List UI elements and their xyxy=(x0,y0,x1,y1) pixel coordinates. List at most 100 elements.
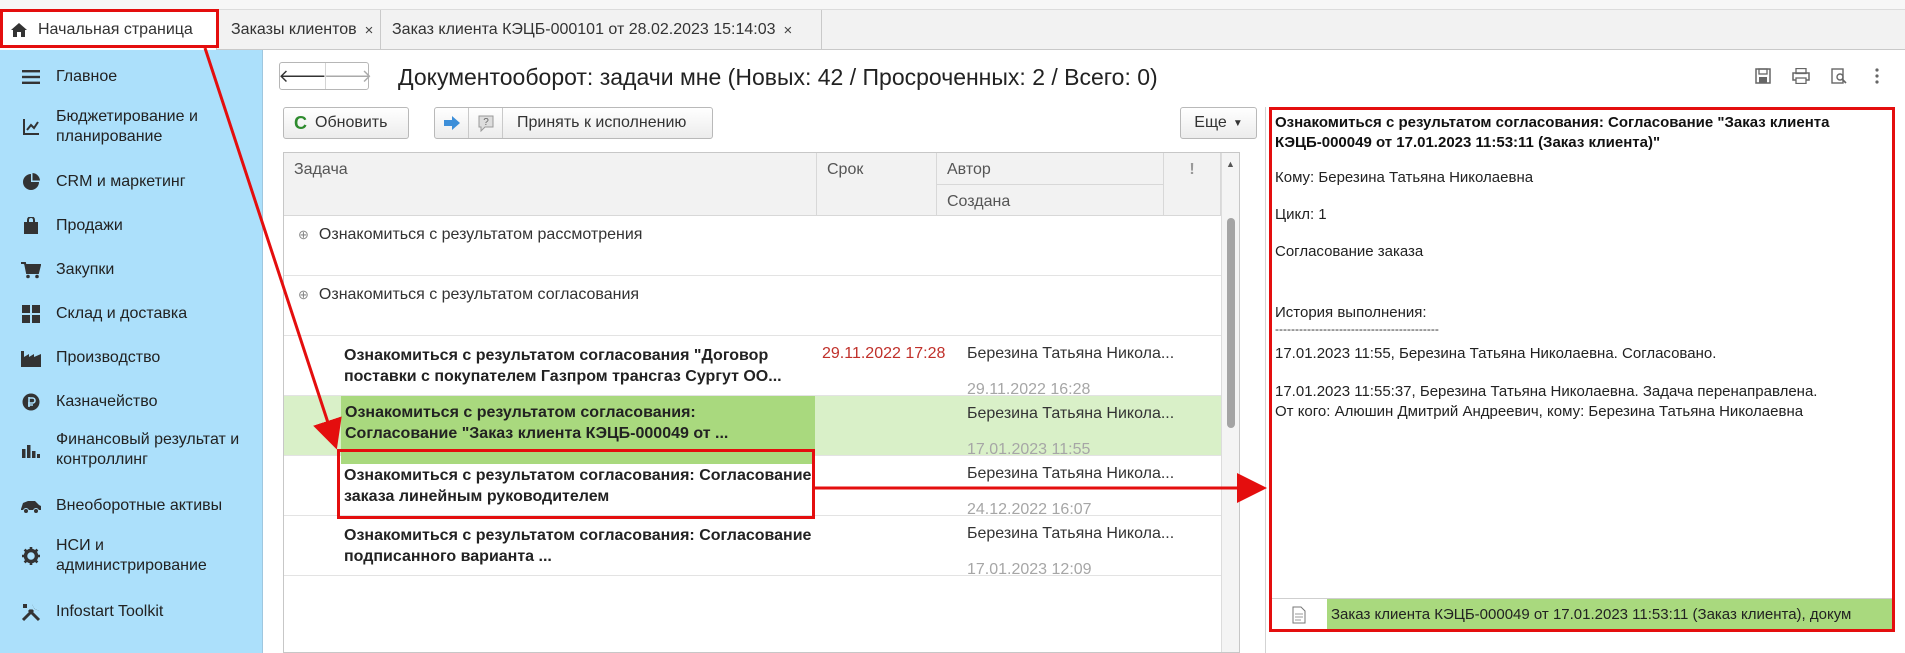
menu-icon xyxy=(20,66,42,88)
exclamation-icon: ! xyxy=(1189,161,1195,178)
column-header-flag[interactable]: ! xyxy=(1164,153,1221,216)
task-cell: Ознакомиться с результатом согласования:… xyxy=(344,467,812,505)
table-row-selected[interactable]: Ознакомиться с результатом согласования:… xyxy=(284,396,1239,464)
header-actions xyxy=(1753,66,1887,86)
sidebar-item-label: Производство xyxy=(56,349,161,366)
question-icon: ? xyxy=(478,115,493,132)
arrow-right-icon: 🡒 xyxy=(323,65,373,86)
more-vertical-icon[interactable] xyxy=(1867,66,1887,86)
attachment-row[interactable]: Заказ клиента КЭЦБ-000049 от 17.01.2023 … xyxy=(1271,598,1893,631)
more-label: Еще xyxy=(1194,114,1227,131)
column-header-label: Задача xyxy=(294,161,348,178)
preview-title: Ознакомиться с результатом согласования:… xyxy=(1275,114,1830,151)
sidebar-item-production[interactable]: Производство xyxy=(0,342,263,374)
sidebar-item-sales[interactable]: Продажи xyxy=(0,210,263,242)
arrow-forward-icon xyxy=(443,116,460,130)
gear-icon xyxy=(20,545,42,567)
sidebar: Главное Бюджетирование и планирование CR… xyxy=(0,50,263,653)
sidebar-item-infostart[interactable]: Infostart Toolkit xyxy=(0,596,263,628)
sidebar-item-warehouse[interactable]: Склад и доставка xyxy=(0,298,263,330)
tab-bar: Начальная страница Заказы клиентов × Зак… xyxy=(0,10,1905,50)
sidebar-item-budgeting[interactable]: Бюджетирование и планирование xyxy=(0,105,263,149)
top-strip xyxy=(0,0,1905,10)
chevron-down-icon: ▼ xyxy=(1232,117,1243,129)
history-nav: 🡐 🡒 xyxy=(278,62,373,90)
task-actions-group: ? Принять к исполнению xyxy=(434,107,713,139)
expand-icon[interactable]: ⊕ xyxy=(298,287,309,303)
page-title: Документооборот: задачи мне (Новых: 42 /… xyxy=(398,64,1158,90)
accept-label: Принять к исполнению xyxy=(517,114,687,131)
close-icon[interactable]: × xyxy=(365,22,374,39)
expand-icon[interactable]: ⊕ xyxy=(298,227,309,243)
preview-icon[interactable] xyxy=(1829,66,1849,86)
task-preview: Ознакомиться с результатом согласования:… xyxy=(1265,107,1897,653)
group-row[interactable]: ⊕ Ознакомиться с результатом рассмотрения xyxy=(284,216,1239,276)
save-icon[interactable] xyxy=(1753,66,1773,86)
sidebar-item-treasury[interactable]: Казначейство xyxy=(0,386,263,418)
column-header-created[interactable]: Создана xyxy=(937,185,1164,216)
sidebar-item-label: CRM и маркетинг xyxy=(56,173,186,190)
task-cell: Ознакомиться с результатом согласования:… xyxy=(344,527,812,565)
accept-button[interactable]: Принять к исполнению xyxy=(503,108,712,138)
table-row[interactable]: Ознакомиться с результатом согласования … xyxy=(284,336,1239,398)
table-row[interactable]: Ознакомиться с результатом согласования:… xyxy=(284,456,1239,518)
author-cell: Березина Татьяна Никола... xyxy=(967,405,1175,422)
scroll-thumb[interactable] xyxy=(1227,218,1235,428)
sidebar-item-purchases[interactable]: Закупки xyxy=(0,254,263,286)
refresh-label: Обновить xyxy=(315,114,388,131)
tab-home[interactable]: Начальная страница xyxy=(0,10,217,50)
preview-history-line: 17.01.2023 11:55:37, Березина Татьяна Ни… xyxy=(1275,383,1818,400)
chart-icon xyxy=(20,439,42,461)
warehouse-icon xyxy=(20,303,42,325)
sidebar-item-fixed-assets[interactable]: Внеоборотные активы xyxy=(0,490,263,522)
scroll-up-icon[interactable]: ▲ xyxy=(1226,159,1235,169)
created-cell: 17.01.2023 12:09 xyxy=(967,561,1092,578)
tab-label: Заказ клиента КЭЦБ-000101 от 28.02.2023 … xyxy=(392,21,776,38)
column-header-task[interactable]: Задача xyxy=(284,153,817,216)
preview-history-line: От кого: Алюшин Дмитрий Андреевич, кому:… xyxy=(1275,403,1804,420)
document-icon xyxy=(1271,599,1327,631)
preview-to: Кому: Березина Татьяна Николаевна xyxy=(1275,169,1534,186)
task-cell: Ознакомиться с результатом согласования:… xyxy=(341,396,815,464)
question-button[interactable]: ? xyxy=(469,108,503,138)
print-icon[interactable] xyxy=(1791,66,1811,86)
preview-subject: Согласование заказа xyxy=(1275,243,1424,260)
bag-icon xyxy=(20,215,42,237)
svg-text:?: ? xyxy=(483,117,489,128)
attachment-link: Заказ клиента КЭЦБ-000049 от 17.01.2023 … xyxy=(1327,598,1893,631)
factory-icon xyxy=(20,347,42,369)
sidebar-item-admin[interactable]: НСИ и администрирование xyxy=(0,534,263,578)
column-header-author[interactable]: Автор xyxy=(937,153,1164,185)
table-row[interactable]: Ознакомиться с результатом согласования:… xyxy=(284,516,1239,578)
tab-customer-order[interactable]: Заказ клиента КЭЦБ-000101 от 28.02.2023 … xyxy=(382,10,822,50)
deadline-cell: 29.11.2022 17:28 xyxy=(822,345,946,362)
sidebar-item-label: Продажи xyxy=(56,217,123,234)
vertical-scrollbar[interactable]: ▲ xyxy=(1221,153,1239,652)
arrow-left-icon: 🡐 xyxy=(278,65,327,86)
back-button[interactable]: 🡐 xyxy=(278,63,327,89)
sidebar-item-label: Infostart Toolkit xyxy=(56,603,164,620)
column-header-deadline[interactable]: Срок xyxy=(817,153,937,216)
more-button[interactable]: Еще ▼ xyxy=(1180,107,1257,139)
coin-icon xyxy=(20,391,42,413)
author-cell: Березина Татьяна Никола... xyxy=(967,525,1175,542)
cart-icon xyxy=(20,259,42,281)
car-icon xyxy=(20,495,42,517)
refresh-icon: C xyxy=(294,112,307,133)
preview-history-line: 17.01.2023 11:55, Березина Татьяна Никол… xyxy=(1275,345,1717,362)
preview-cycle: Цикл: 1 xyxy=(1275,206,1327,223)
sidebar-item-label: Бюджетирование и планирование xyxy=(56,108,198,145)
preview-divider: ----------------------------------------… xyxy=(1275,322,1439,336)
task-cell: Ознакомиться с результатом согласования … xyxy=(344,347,782,385)
sidebar-item-label: Закупки xyxy=(56,261,115,278)
forward-button[interactable]: 🡒 xyxy=(323,63,373,89)
forward-task-button[interactable] xyxy=(435,108,469,138)
sidebar-item-financial-result[interactable]: Финансовый результат и контроллинг xyxy=(0,428,263,472)
refresh-button[interactable]: C Обновить xyxy=(283,107,409,139)
close-icon[interactable]: × xyxy=(784,22,793,39)
sidebar-item-main[interactable]: Главное xyxy=(0,61,263,93)
group-row[interactable]: ⊕ Ознакомиться с результатом согласования xyxy=(284,276,1239,336)
sidebar-item-crm[interactable]: CRM и маркетинг xyxy=(0,166,263,198)
column-header-label: Срок xyxy=(827,161,864,178)
tab-customer-orders[interactable]: Заказы клиентов × xyxy=(221,10,381,50)
